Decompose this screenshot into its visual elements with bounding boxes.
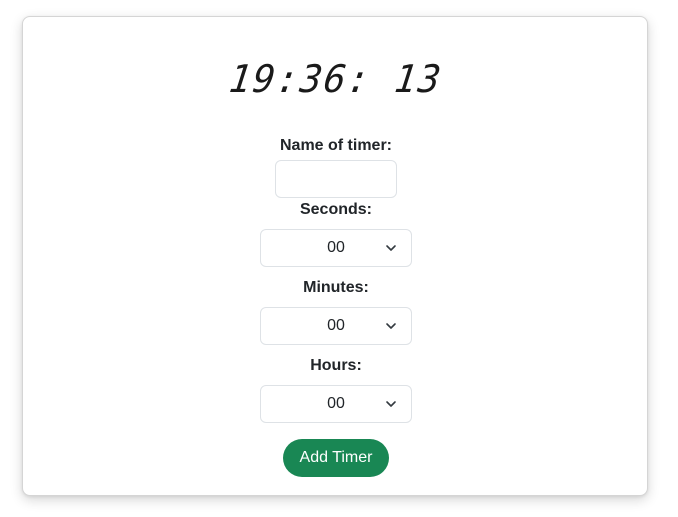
chevron-down-icon [386, 323, 396, 329]
digital-clock: 19:36: 13 [39, 57, 634, 105]
chevron-down-icon [386, 245, 396, 251]
minutes-select[interactable]: 00 [260, 307, 412, 345]
timer-card: 19:36: 13 Name of timer: Seconds: 00 Min… [22, 16, 648, 496]
add-timer-button[interactable]: Add Timer [283, 439, 389, 477]
minutes-label: Minutes: [303, 279, 369, 296]
minutes-select-value: 00 [327, 317, 345, 334]
name-of-timer-label: Name of timer: [279, 137, 393, 154]
hours-select-value: 00 [327, 395, 345, 412]
hours-select[interactable]: 00 [260, 385, 412, 423]
seconds-select-value: 00 [327, 239, 345, 256]
timer-name-input[interactable] [275, 160, 397, 198]
hours-label: Hours: [310, 357, 362, 374]
seconds-label: Seconds: [299, 201, 372, 218]
chevron-down-icon [386, 401, 396, 407]
clock-time: 19:36: 13 [226, 57, 446, 101]
seconds-select[interactable]: 00 [260, 229, 412, 267]
